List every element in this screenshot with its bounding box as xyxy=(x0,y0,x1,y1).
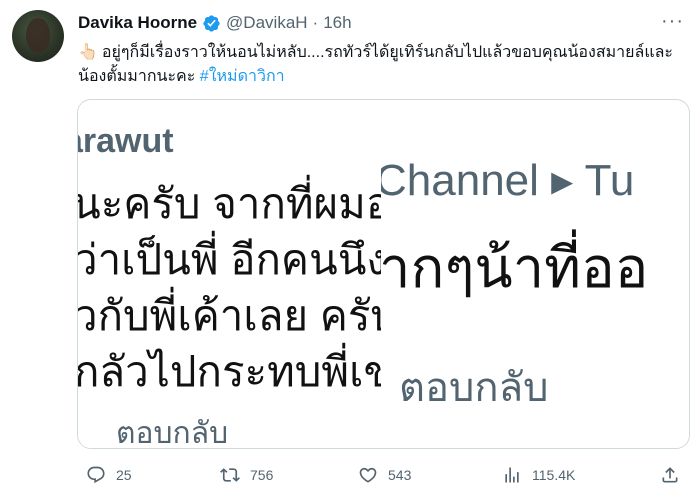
retweet-icon xyxy=(220,468,240,482)
screenshot-reply-label: ตอบกลับ xyxy=(116,417,229,448)
tweet-body: อยู่ๆก็มีเรื่องราวให้นอนไม่หลับ....รถทัว… xyxy=(78,44,674,85)
action-bar: 25 756 543 115.4K xyxy=(78,460,688,490)
tweet-media[interactable]: arawut นะครับ จากที่ผมอ่ ว่าเป็นพี่ อีกค… xyxy=(77,99,690,449)
view-count: 115.4K xyxy=(532,467,576,483)
screenshot-line: ากๆน้าที่ออ xyxy=(381,236,649,299)
share-icon[interactable] xyxy=(660,465,680,485)
retweet-count: 756 xyxy=(250,467,274,483)
screenshot-channel-text: Channel ▸ Tu xyxy=(381,156,635,205)
media-left-screenshot[interactable]: arawut นะครับ จากที่ผมอ่ ว่าเป็นพี่ อีกค… xyxy=(78,100,388,448)
reply-button[interactable]: 25 xyxy=(86,460,132,490)
display-name[interactable]: Davika Hoorne xyxy=(78,13,197,33)
screenshot-line: นะครับ จากที่ผมอ่ xyxy=(78,180,388,227)
reply-icon xyxy=(87,466,105,484)
separator: · xyxy=(312,13,319,32)
media-right-screenshot[interactable]: Channel ▸ Tu ากๆน้าที่ออ ตอบกลับ xyxy=(381,145,689,448)
verified-badge-icon xyxy=(203,14,220,32)
screenshot-line: ว่าเป็นพี่ อีกคนนึง xyxy=(78,236,387,283)
more-options-icon[interactable]: ··· xyxy=(661,10,684,33)
heart-icon xyxy=(359,467,377,483)
screenshot-line: วกับพี่เค้าเลย ครับ xyxy=(78,292,388,339)
tweet-header: Davika Hoorne @DavikaH · 16h xyxy=(78,12,352,34)
pointing-up-emoji: 👆🏻 xyxy=(78,42,98,61)
avatar[interactable] xyxy=(12,10,64,62)
screenshot-username: arawut xyxy=(78,122,174,160)
like-count: 543 xyxy=(388,467,412,483)
handle[interactable]: @DavikaH xyxy=(226,13,308,33)
retweet-button[interactable]: 756 xyxy=(220,460,273,490)
hashtag-link[interactable]: #ใหม่ดาวิกา xyxy=(200,68,285,85)
like-button[interactable]: 543 xyxy=(358,460,411,490)
tweet-text: 👆🏻 อยู่ๆก็มีเรื่องราวให้นอนไม่หลับ....รถท… xyxy=(78,40,688,89)
views-button[interactable]: 115.4K xyxy=(502,460,575,490)
reply-count: 25 xyxy=(116,467,132,483)
timestamp[interactable]: 16h xyxy=(323,13,351,33)
screenshot-reply-label: ตอบกลับ xyxy=(399,366,549,410)
screenshot-line: กลัวไปกระทบพี่เข xyxy=(78,348,388,395)
bar-chart-icon xyxy=(505,467,519,483)
